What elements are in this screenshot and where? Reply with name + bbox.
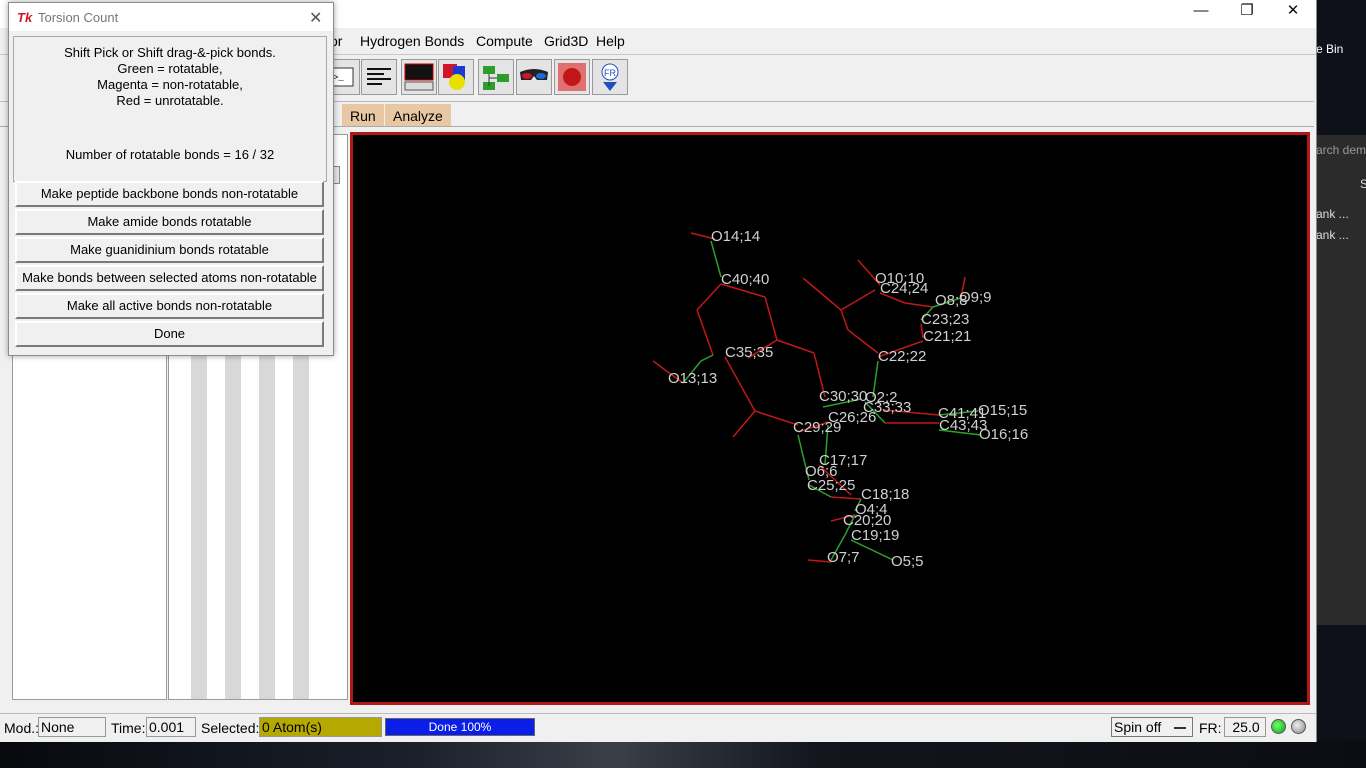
desktop-side-panel: arch dem S ank ... ank ... <box>1316 135 1366 625</box>
torsion-count-dialog: Tk Torsion Count ✕ Shift Pick or Shift d… <box>8 2 334 356</box>
fr-field[interactable]: 25.0 <box>1224 717 1266 737</box>
minimize-button[interactable]: — <box>1178 0 1224 24</box>
desktop-search-field[interactable]: arch dem <box>1316 143 1366 157</box>
desktop-list-item[interactable]: ank ... <box>1316 228 1349 242</box>
time-label: Time: <box>111 720 146 736</box>
restore-button[interactable]: ❐ <box>1224 0 1270 24</box>
menu-item-grid3d[interactable]: Grid3D <box>544 33 588 49</box>
unrotatable-bond[interactable] <box>840 309 849 331</box>
unrotatable-bond[interactable] <box>776 339 815 354</box>
atom-label[interactable]: C25;25 <box>807 477 855 494</box>
atom-label[interactable]: O14;14 <box>711 228 760 245</box>
spin-dropdown[interactable]: Spin off <box>1111 717 1193 737</box>
recycle-bin-label[interactable]: e Bin <box>1316 42 1343 56</box>
mod-label: Mod.: <box>4 720 40 736</box>
spin-value: Spin off <box>1114 719 1162 735</box>
guanidinium-rotatable-button[interactable]: Make guanidinium bonds rotatable <box>15 237 324 263</box>
instruction-line: Red = unrotatable. <box>116 93 224 108</box>
peptide-backbone-nonrotatable-button[interactable]: Make peptide backbone bonds non-rotatabl… <box>15 181 324 207</box>
flexible-residue-icon[interactable]: FR <box>592 59 628 95</box>
render-surface-icon[interactable] <box>554 59 590 95</box>
time-field: 0.001 <box>146 717 196 737</box>
atom-label[interactable]: C19;19 <box>851 527 899 544</box>
atom-label[interactable]: C23;23 <box>921 311 969 328</box>
atom-label[interactable]: C40;40 <box>721 271 769 288</box>
rotatable-bond[interactable] <box>700 354 714 362</box>
unrotatable-bond[interactable] <box>754 410 799 426</box>
tk-logo-icon: Tk <box>17 10 33 25</box>
unrotatable-bond[interactable] <box>696 283 722 311</box>
unrotatable-bond[interactable] <box>904 302 934 308</box>
stereo-glasses-icon[interactable] <box>516 59 552 95</box>
atom-label[interactable]: C30;30 <box>819 388 867 405</box>
status-bar: Mod.: None Time: 0.001 Selected: 0 Atom(… <box>0 713 1316 742</box>
atom-label[interactable]: C22;22 <box>878 348 926 365</box>
unrotatable-bond[interactable] <box>830 496 862 500</box>
desktop-wallpaper-strip <box>0 740 1366 768</box>
menu-item-help[interactable]: Help <box>596 33 625 49</box>
instruction-line: Green = rotatable, <box>117 61 223 76</box>
rotatable-bond[interactable] <box>710 240 722 278</box>
unrotatable-bond[interactable] <box>732 410 756 438</box>
selected-label: Selected: <box>201 720 260 736</box>
molecule-viewer[interactable]: O14;14 C40;40 O10;10 C24;24 O8;8 O9;9 C23;23 C2… <box>350 132 1310 705</box>
fr-label: FR: <box>1199 720 1222 736</box>
desktop-background: e Bin arch dem S ank ... ank ... <box>1316 0 1366 768</box>
menu-item-compute[interactable]: Compute <box>476 33 533 49</box>
unrotatable-bond[interactable] <box>802 277 842 311</box>
atom-label[interactable]: C24;24 <box>880 280 928 297</box>
close-button[interactable]: ✕ <box>1270 0 1316 24</box>
atom-label[interactable]: C29;29 <box>793 419 841 436</box>
progress-text: Done 100% <box>428 720 492 734</box>
display-monitor-icon[interactable] <box>401 59 437 95</box>
menu-item-hydrogen-bonds[interactable]: Hydrogen Bonds <box>360 33 464 49</box>
atom-label[interactable]: O5;5 <box>891 553 924 570</box>
unrotatable-bond[interactable] <box>764 296 778 341</box>
atom-label[interactable]: O16;16 <box>979 426 1028 443</box>
atom-label[interactable]: C35;35 <box>725 344 773 361</box>
unrotatable-bond[interactable] <box>696 309 714 356</box>
unrotatable-bond[interactable] <box>840 289 876 311</box>
selected-field: 0 Atom(s) <box>259 717 382 737</box>
desktop-s-label: S <box>1360 177 1366 191</box>
mod-field: None <box>38 717 106 737</box>
text-align-icon[interactable] <box>361 59 397 95</box>
amide-rotatable-button[interactable]: Make amide bonds rotatable <box>15 209 324 235</box>
done-button[interactable]: Done <box>15 321 324 347</box>
dialog-titlebar: Tk Torsion Count ✕ <box>9 3 333 31</box>
progress-bar: Done 100% <box>385 718 535 736</box>
unrotatable-bond[interactable] <box>847 329 879 354</box>
instruction-line: Magenta = non-rotatable, <box>97 77 243 92</box>
grid-network-icon[interactable] <box>478 59 514 95</box>
dialog-close-icon[interactable]: ✕ <box>309 8 322 28</box>
desktop-list-item[interactable]: ank ... <box>1316 207 1349 221</box>
dialog-info-panel: Shift Pick or Shift drag-&-pick bonds. G… <box>13 36 327 182</box>
tab-analyze[interactable]: Analyze <box>385 104 451 126</box>
status-green-light-icon <box>1271 719 1286 734</box>
svg-text:FR: FR <box>604 68 616 78</box>
dropdown-bar-icon <box>1174 727 1186 729</box>
all-active-nonrotatable-button[interactable]: Make all active bonds non-rotatable <box>15 293 324 319</box>
atom-label[interactable]: O9;9 <box>959 289 992 306</box>
atom-label[interactable]: C21;21 <box>923 328 971 345</box>
svg-text:>_: >_ <box>333 73 344 83</box>
instruction-line: Shift Pick or Shift drag-&-pick bonds. <box>64 45 276 60</box>
unrotatable-bond[interactable] <box>724 356 756 412</box>
selected-atoms-nonrotatable-button[interactable]: Make bonds between selected atoms non-ro… <box>15 265 324 291</box>
dialog-title: Torsion Count <box>38 10 119 25</box>
molecule-canvas[interactable]: O14;14C40;40 O10;10C24;24O8;8O9;9C23;23C2… <box>353 135 1307 702</box>
atom-label[interactable]: O13;13 <box>668 370 717 387</box>
tab-run[interactable]: Run <box>342 104 384 126</box>
rotatable-bond-count: Number of rotatable bonds = 16 / 32 <box>65 147 275 162</box>
atom-label[interactable]: O7;7 <box>827 549 860 566</box>
status-grey-light-icon <box>1291 719 1306 734</box>
molecule-shapes-icon[interactable] <box>438 59 474 95</box>
